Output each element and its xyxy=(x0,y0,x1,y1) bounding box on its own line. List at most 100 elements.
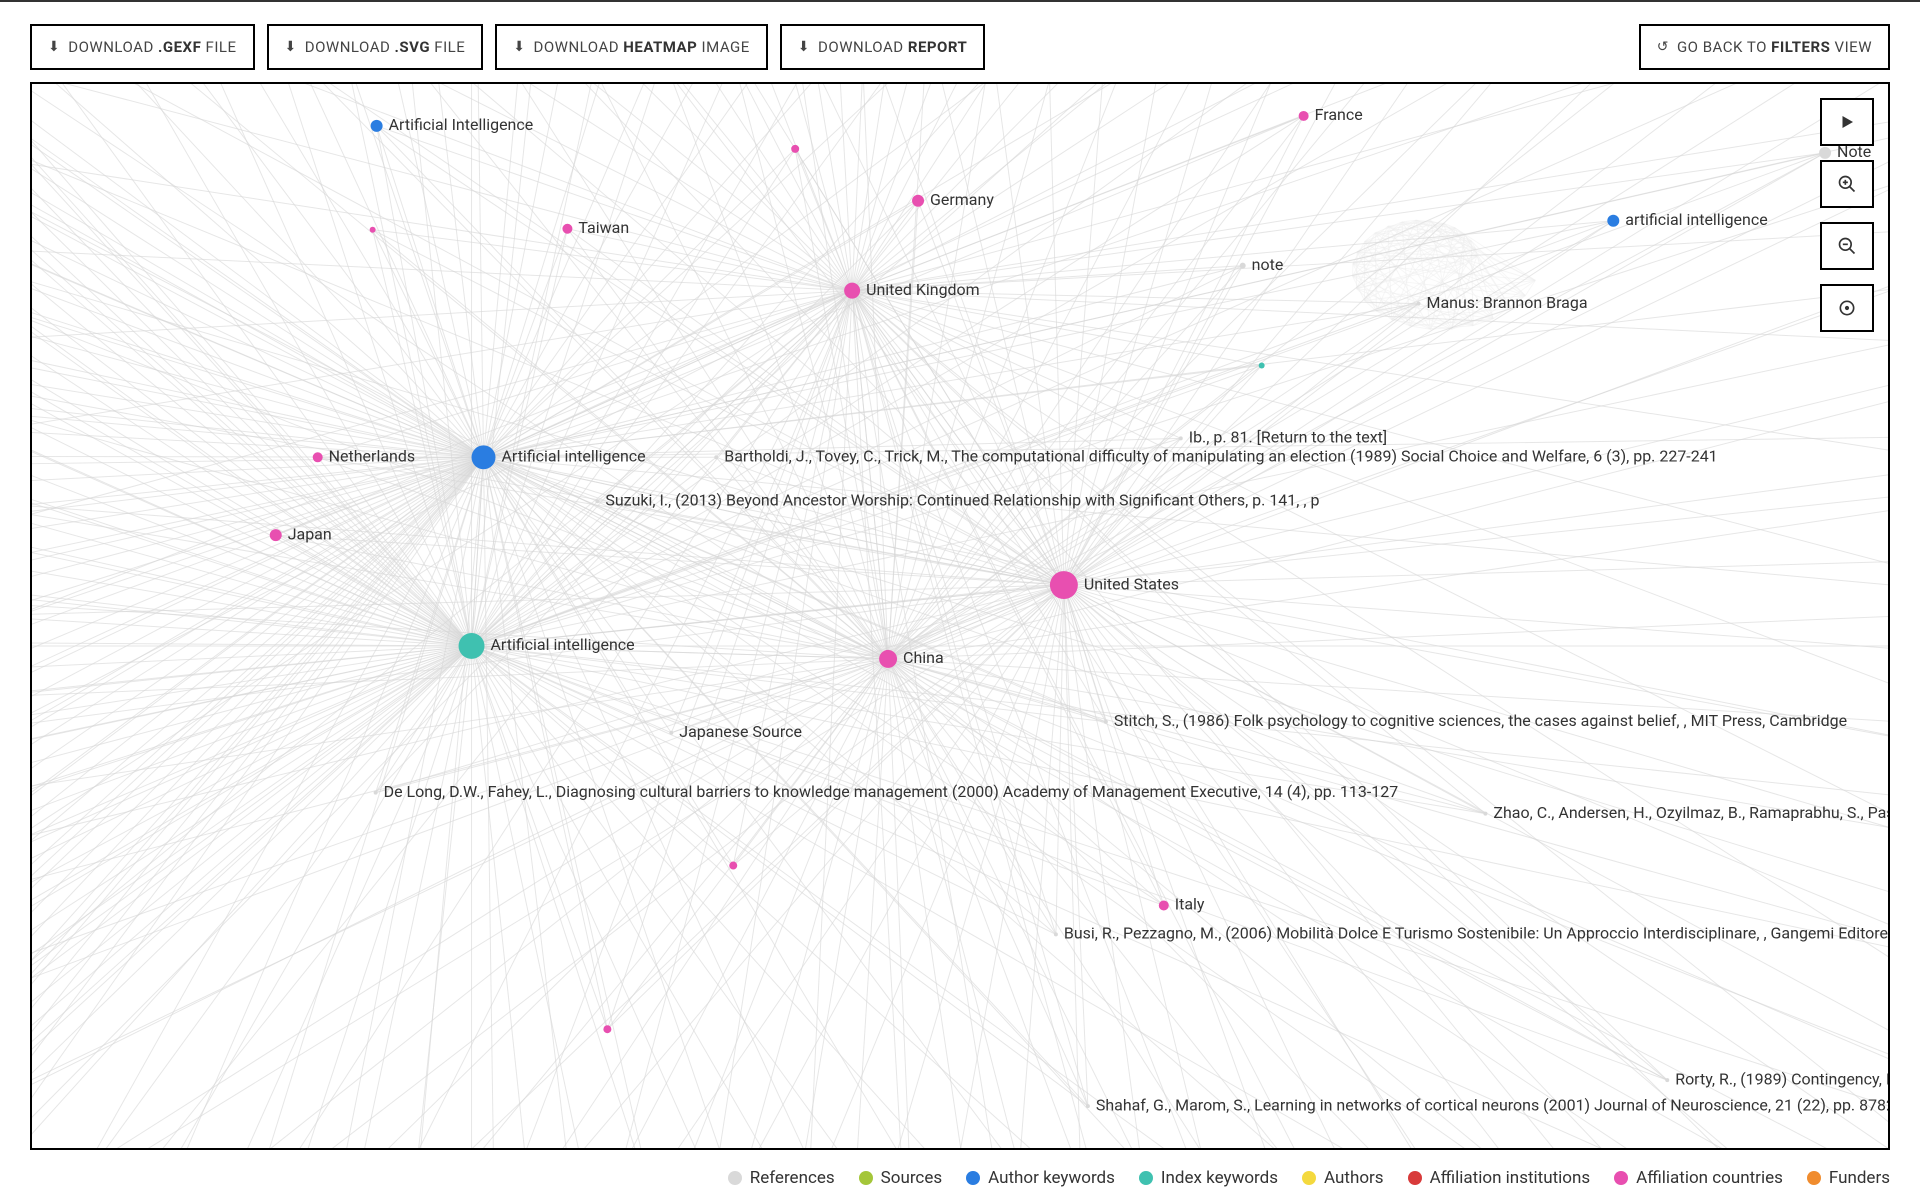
graph-node-label: Busi, R., Pezzagno, M., (2006) Mobilità … xyxy=(1064,924,1888,943)
legend-dot xyxy=(1139,1171,1153,1185)
legend-dot xyxy=(1408,1171,1422,1185)
legend-item: References xyxy=(728,1168,835,1188)
graph-node[interactable] xyxy=(729,862,737,870)
legend-dot xyxy=(728,1171,742,1185)
graph-node[interactable] xyxy=(270,529,282,541)
top-divider xyxy=(0,0,1920,2)
graph-node-label: Artificial intelligence xyxy=(501,447,645,466)
graph-node[interactable] xyxy=(879,650,897,668)
graph-node-label: Bartholdi, J., Tovey, C., Trick, M., The… xyxy=(724,447,1717,466)
back-to-filters-button[interactable]: ↺ GO BACK TO FILTERS VIEW xyxy=(1639,24,1890,70)
zoom-in-icon xyxy=(1837,174,1857,194)
graph-node-label: Netherlands xyxy=(329,447,415,466)
graph-node[interactable] xyxy=(669,731,673,735)
graph-node[interactable] xyxy=(370,227,376,233)
graph-node-label: artificial intelligence xyxy=(1625,210,1767,229)
graph-node[interactable] xyxy=(1159,900,1169,910)
graph-node-label: Italy xyxy=(1175,895,1205,914)
download-svg-button[interactable]: ⬇ DOWNLOAD .SVG FILE xyxy=(267,24,484,70)
download-icon: ⬇ xyxy=(48,39,60,55)
btn-label: DOWNLOAD HEATMAP IMAGE xyxy=(534,38,750,56)
graph-node-label: Germany xyxy=(930,190,994,209)
legend-dot xyxy=(1807,1171,1821,1185)
graph-node[interactable] xyxy=(603,1025,611,1033)
graph-node-label: Suzuki, I., (2013) Beyond Ancestor Worsh… xyxy=(605,490,1319,509)
graph-node-label: Shahaf, G., Marom, S., Learning in netwo… xyxy=(1096,1095,1888,1114)
legend-item: Funders xyxy=(1807,1168,1890,1188)
graph-node[interactable] xyxy=(1665,1078,1669,1082)
graph-node[interactable] xyxy=(374,791,378,795)
graph-node[interactable] xyxy=(371,120,383,132)
legend-label: Index keywords xyxy=(1161,1168,1278,1188)
legend-label: References xyxy=(750,1168,835,1188)
graph-node-label: Zhao, C., Andersen, H., Ozyilmaz, B., Ra… xyxy=(1493,803,1888,822)
legend: References Sources Author keywords Index ke… xyxy=(728,1168,1890,1188)
graph-node-label: Taiwan xyxy=(578,218,629,237)
graph-node[interactable] xyxy=(791,145,799,153)
graph-node-label: Ib., p. 81. [Return to the text] xyxy=(1189,428,1387,447)
graph-node-label: France xyxy=(1315,105,1363,124)
legend-dot xyxy=(1302,1171,1316,1185)
graph-node-label: United States xyxy=(1084,574,1179,593)
graph-node-label: note xyxy=(1252,255,1284,274)
graph-node[interactable] xyxy=(472,445,496,469)
legend-dot xyxy=(1614,1171,1628,1185)
legend-item: Affiliation institutions xyxy=(1408,1168,1591,1188)
legend-label: Affiliation institutions xyxy=(1430,1168,1591,1188)
play-button[interactable] xyxy=(1820,98,1874,146)
zoom-in-button[interactable] xyxy=(1820,160,1874,208)
graph-node-label: Stitch, S., (1986) Folk psychology to co… xyxy=(1114,711,1847,730)
graph-node-label: Japanese Source xyxy=(679,722,802,741)
graph-node[interactable] xyxy=(844,283,860,299)
download-icon: ⬇ xyxy=(798,39,810,55)
graph-node[interactable] xyxy=(313,452,323,462)
graph-node-label: De Long, D.W., Fahey, L., Diagnosing cul… xyxy=(384,782,1399,801)
zoom-out-button[interactable] xyxy=(1820,222,1874,270)
graph-node[interactable] xyxy=(1050,571,1078,599)
play-icon xyxy=(1838,113,1856,131)
graph-node[interactable] xyxy=(562,224,572,234)
zoom-out-icon xyxy=(1837,236,1857,256)
btn-label: GO BACK TO FILTERS VIEW xyxy=(1677,38,1872,56)
graph-node[interactable] xyxy=(1104,720,1108,724)
graph-node[interactable] xyxy=(459,633,485,659)
legend-item: Author keywords xyxy=(966,1168,1115,1188)
toolbar: ⬇ DOWNLOAD .GEXF FILE ⬇ DOWNLOAD .SVG FI… xyxy=(30,24,1890,70)
btn-label: DOWNLOAD .SVG FILE xyxy=(305,38,466,56)
graph-canvas[interactable]: Artificial IntelligenceFranceNoteGermany… xyxy=(30,82,1890,1150)
graph-node[interactable] xyxy=(1240,263,1246,269)
graph-node[interactable] xyxy=(1086,1104,1090,1108)
download-icon: ⬇ xyxy=(513,39,525,55)
graph-node-label: Artificial intelligence xyxy=(491,635,635,654)
graph-node[interactable] xyxy=(1179,436,1183,440)
graph-node[interactable] xyxy=(1417,302,1421,306)
graph-node-label: China xyxy=(903,648,944,667)
graph-node[interactable] xyxy=(1607,215,1619,227)
graph-node[interactable] xyxy=(1483,812,1487,816)
legend-dot xyxy=(966,1171,980,1185)
zoom-controls xyxy=(1820,98,1874,332)
graph-node[interactable] xyxy=(1299,111,1309,121)
btn-label: DOWNLOAD REPORT xyxy=(818,38,967,56)
graph-node-label: Artificial Intelligence xyxy=(389,115,534,134)
graph-node-label: Manus: Brannon Braga xyxy=(1426,293,1587,312)
legend-item: Sources xyxy=(859,1168,942,1188)
graph-node[interactable] xyxy=(1259,362,1265,368)
recenter-button[interactable] xyxy=(1820,284,1874,332)
graph-svg: Artificial IntelligenceFranceNoteGermany… xyxy=(32,84,1888,1148)
legend-label: Author keywords xyxy=(988,1168,1115,1188)
legend-item: Authors xyxy=(1302,1168,1384,1188)
legend-label: Affiliation countries xyxy=(1636,1168,1783,1188)
legend-dot xyxy=(859,1171,873,1185)
legend-label: Sources xyxy=(881,1168,942,1188)
graph-node[interactable] xyxy=(595,499,599,503)
download-heatmap-button[interactable]: ⬇ DOWNLOAD HEATMAP IMAGE xyxy=(495,24,768,70)
graph-node[interactable] xyxy=(714,455,718,459)
graph-node-label: Rorty, R., (1989) Contingency, Irony, an xyxy=(1675,1069,1888,1088)
graph-node[interactable] xyxy=(912,195,924,207)
legend-label: Funders xyxy=(1829,1168,1890,1188)
target-icon xyxy=(1837,298,1857,318)
download-gexf-button[interactable]: ⬇ DOWNLOAD .GEXF FILE xyxy=(30,24,255,70)
download-report-button[interactable]: ⬇ DOWNLOAD REPORT xyxy=(780,24,986,70)
graph-node[interactable] xyxy=(1054,932,1058,936)
